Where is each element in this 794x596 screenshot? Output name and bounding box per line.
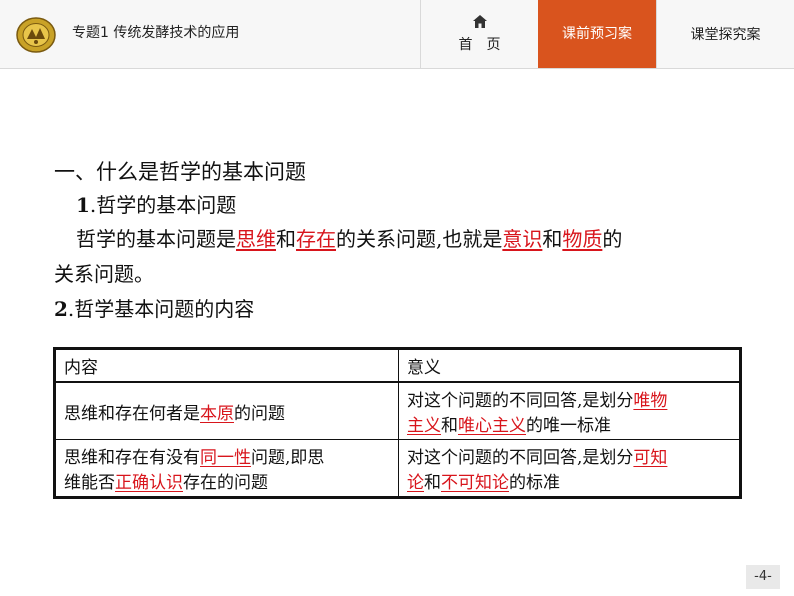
cell-text: 维能否 [64,473,115,493]
table-cell-meaning: 对这个问题的不同回答,是划分唯物主义和唯心主义的唯一标准 [398,381,741,440]
answer-thinking: 思维 [236,227,276,251]
table-header-content: 内容 [54,348,399,383]
answer-knowable-2: 论 [407,473,424,493]
answer-materialism-1: 唯物 [633,391,668,411]
answer-agnosticism: 不可知论 [441,473,509,493]
answer-identity: 同一性 [200,448,251,468]
paragraph-line-1: 哲学的基本问题是思维和存在的关系问题,也就是意识和物质的 [76,223,622,252]
table-header-row: 内容 意义 [54,348,741,383]
table-cell-content: 思维和存在有没有同一性问题,即思维能否正确认识存在的问题 [54,439,399,498]
slide-content: 一、什么是哲学的基本问题 1.哲学的基本问题 哲学的基本问题是思维和存在的关系问… [0,0,794,596]
section-heading: 一、什么是哲学的基本问题 [54,160,306,184]
cell-text: 问题,即思 [251,448,325,468]
para-text: 和 [276,227,296,251]
cell-text: 思维和存在何者是 [64,403,200,424]
cell-text: 对这个问题的不同回答,是划分 [407,391,634,411]
answer-consciousness: 意识 [502,227,543,251]
cell-text: 的标准 [509,473,560,493]
para-text: 的关系问题,也就是 [336,227,503,251]
table-row: 思维和存在有没有同一性问题,即思维能否正确认识存在的问题 对这个问题的不同回答,… [54,439,741,498]
cell-text: 存在的问题 [183,473,268,493]
page-number: -4- [746,565,780,589]
subheading-1-text: .哲学的基本问题 [89,193,237,217]
cell-text: 对这个问题的不同回答,是划分 [407,448,634,468]
answer-matter: 物质 [562,227,603,251]
answer-origin: 本原 [200,403,234,424]
subheading-2-number: 2 [54,297,68,321]
table-row: 思维和存在何者是本原的问题 对这个问题的不同回答,是划分唯物主义和唯心主义的唯一… [54,381,741,440]
subheading-1: 1.哲学的基本问题 [76,189,236,218]
answer-correctly-know: 正确认识 [115,473,183,493]
table-cell-meaning: 对这个问题的不同回答,是划分可知论和不可知论的标准 [398,439,741,498]
content-table: 内容 意义 思维和存在何者是本原的问题 对这个问题的不同回答,是划分唯物 主义和唯… [53,347,742,499]
para-text: 哲学的基本问题是 [76,227,236,251]
answer-materialism-2: 主义 [407,416,441,436]
cell-text: 的唯一标准 [526,416,611,436]
para-text: 和 [542,227,563,251]
table-header-meaning: 意义 [398,348,741,383]
answer-being: 存在 [296,227,336,251]
cell-text: 和 [424,473,441,493]
subheading-1-number: 1 [76,193,90,217]
para-text: 的 [602,227,623,251]
table-cell-content: 思维和存在何者是本原的问题 [54,381,399,440]
subheading-2-text: .哲学基本问题的内容 [67,297,255,321]
cell-text: 和 [441,416,458,436]
answer-knowable-1: 可知 [633,448,668,468]
answer-idealism: 唯心主义 [458,416,526,436]
cell-text: 思维和存在有没有 [64,448,200,468]
cell-text: 的问题 [234,403,285,424]
subheading-2: 2.哲学基本问题的内容 [54,293,254,322]
paragraph-line-2: 关系问题。 [54,262,154,286]
